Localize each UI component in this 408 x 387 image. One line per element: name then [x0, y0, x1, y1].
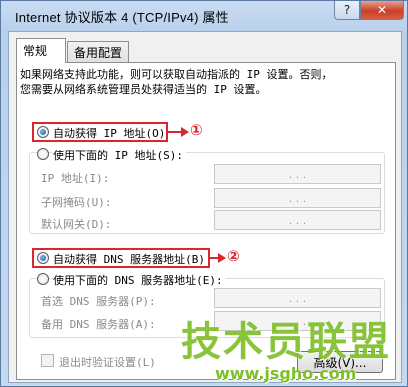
help-icon: ?	[343, 3, 351, 17]
tab-general[interactable]: 常规	[16, 38, 66, 63]
watermark-logo-text: 技术员联盟	[181, 319, 391, 365]
window-title: Internet 协议版本 4 (TCP/IPv4) 属性	[15, 10, 229, 25]
ip-address-field[interactable]: . . .	[214, 164, 381, 184]
help-button[interactable]: ?	[334, 1, 360, 20]
tab-alternate-config[interactable]: 备用配置	[67, 41, 129, 62]
default-gateway-field[interactable]: . . .	[214, 210, 381, 230]
validate-checkbox[interactable]	[41, 354, 54, 367]
auto-ip-radio[interactable]	[37, 126, 49, 138]
annotation-marker-1: ①	[190, 121, 203, 139]
manual-ip-label[interactable]: 使用下面的 IP 地址(S):	[53, 147, 186, 163]
alternate-dns-label: 备用 DNS 服务器(A):	[41, 318, 156, 331]
close-icon: ✕	[376, 3, 388, 17]
validate-label[interactable]: 退出时验证设置(L)	[59, 354, 156, 370]
ip-address-label: IP 地址(I):	[41, 172, 110, 185]
annotation-arrowhead-1	[181, 127, 189, 137]
auto-ip-label[interactable]: 自动获得 IP 地址(O)	[53, 125, 165, 141]
auto-dns-radio[interactable]	[37, 252, 49, 264]
annotation-arrowhead-2	[218, 253, 226, 263]
auto-dns-label[interactable]: 自动获得 DNS 服务器地址(B)	[53, 251, 205, 267]
manual-ip-radio[interactable]	[37, 148, 49, 160]
preferred-dns-label: 首选 DNS 服务器(P):	[41, 295, 156, 308]
description-text: 如果网络支持此功能，则可以获取自动指派的 IP 设置。否则， 您需要从网络系统管…	[20, 68, 333, 96]
close-button[interactable]: ✕	[360, 1, 404, 20]
manual-dns-label[interactable]: 使用下面的 DNS 服务器地址(E):	[53, 272, 226, 288]
manual-dns-radio[interactable]	[37, 273, 49, 285]
watermark-url: www.jsgho.com	[215, 364, 357, 383]
subnet-mask-label: 子网掩码(U):	[41, 196, 112, 209]
dialog-window: Internet 协议版本 4 (TCP/IPv4) 属性 ? ✕ 常规 备用配…	[0, 0, 408, 387]
annotation-marker-2: ②	[227, 247, 240, 265]
subnet-mask-field[interactable]: . . .	[214, 188, 381, 208]
default-gateway-label: 默认网关(D):	[41, 218, 112, 231]
preferred-dns-field[interactable]: . . .	[214, 288, 381, 308]
